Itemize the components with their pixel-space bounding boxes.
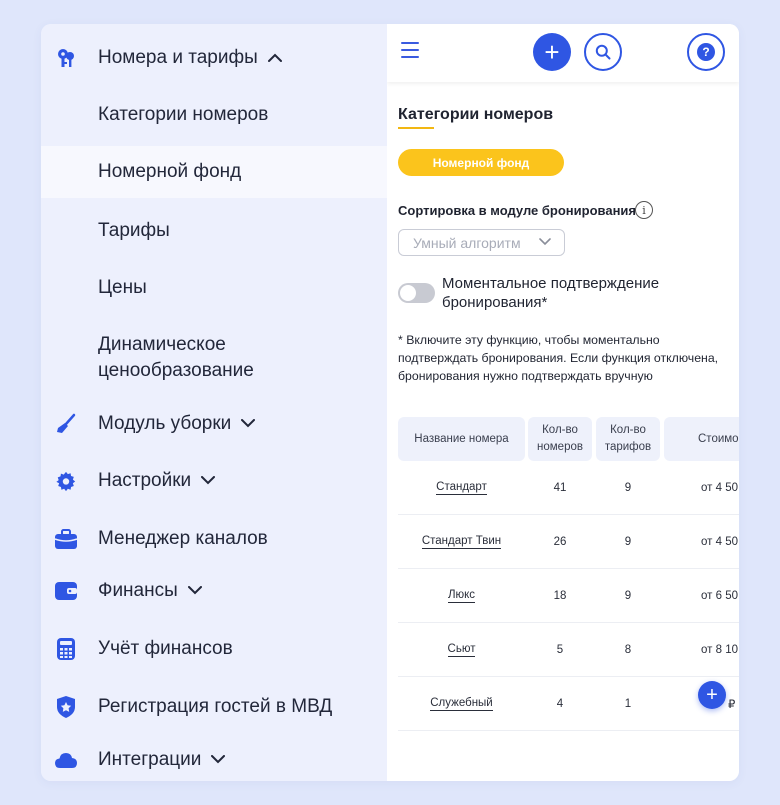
chevron-down-icon: [201, 476, 216, 485]
room-name-link[interactable]: Стандарт: [398, 461, 525, 515]
sidebar-item-cleaning[interactable]: Модуль уборки: [41, 404, 387, 444]
sidebar-item-rooms-tariffs[interactable]: Номера и тарифы: [41, 38, 387, 78]
sidebar-item-label: Цены: [98, 277, 147, 298]
sidebar-item-label: Настройки: [98, 470, 216, 492]
chevron-down-icon: [539, 238, 551, 246]
sidebar-item-integrations[interactable]: Интеграции: [41, 740, 387, 780]
price: от 4 50: [701, 482, 738, 494]
table-row[interactable]: Стандарт 41 9 от 4 50: [398, 461, 739, 515]
table-row[interactable]: Сьют 5 8 от 8 10: [398, 623, 739, 677]
tariffs-count: 9: [624, 590, 632, 602]
rooms-count: 18: [553, 590, 567, 602]
sidebar-item-label: Интеграции: [98, 749, 226, 771]
room-name-link[interactable]: Стандарт Твин: [398, 515, 525, 569]
police-badge-icon: [54, 695, 78, 719]
room-name-link[interactable]: Сьют: [398, 623, 525, 677]
title-underline: [398, 127, 434, 129]
table-header: Название номера Кол-во номеров Кол-во та…: [398, 417, 739, 461]
rooms-count: 41: [553, 482, 567, 494]
search-icon: [595, 44, 611, 60]
instant-confirm-toggle[interactable]: [398, 283, 435, 303]
sidebar-item-channel-manager[interactable]: Менеджер каналов: [41, 519, 387, 559]
add-button[interactable]: +: [533, 33, 571, 71]
main-content: + ? Категории номеров Номерной фонд Сорт…: [387, 24, 739, 781]
instant-confirm-label: Моментальное подтверждение бронирования*: [442, 275, 660, 311]
sort-label: Сортировка в модуле бронирования: [398, 203, 637, 218]
sidebar-item-label: Менеджер каналов: [98, 528, 268, 549]
app-window: Номера и тарифы Категории номеров Номерн…: [41, 24, 739, 781]
gear-icon: [54, 469, 78, 493]
sidebar-item-finance[interactable]: Финансы: [41, 571, 387, 611]
page-title: Категории номеров: [398, 106, 554, 123]
info-icon[interactable]: i: [635, 201, 653, 219]
instant-confirm-note: * Включите эту функцию, чтобы моментальн…: [398, 333, 719, 383]
chevron-down-icon: [211, 755, 226, 764]
price: от 8 10: [701, 644, 738, 656]
table-row[interactable]: Люкс 18 9 от 6 50: [398, 569, 739, 623]
sidebar-item-room-stock[interactable]: Номерной фонд: [41, 146, 387, 198]
tariffs-count: 1: [624, 698, 632, 710]
price: от 4 50: [701, 536, 738, 548]
column-header[interactable]: Стоимо: [664, 417, 739, 461]
sidebar-item-label: Номера и тарифы: [98, 47, 282, 69]
briefcase-icon: [54, 527, 78, 551]
sidebar-item-finance-accounting[interactable]: Учёт финансов: [41, 629, 387, 669]
sidebar-item-label: Тарифы: [98, 220, 170, 241]
floating-add-button[interactable]: +: [698, 681, 726, 709]
sidebar-item-label: Номерной фонд: [98, 161, 242, 182]
sidebar: Номера и тарифы Категории номеров Номерн…: [41, 24, 387, 781]
plus-icon: +: [706, 683, 718, 706]
cloud-icon: [54, 748, 78, 772]
sidebar-item-tariffs[interactable]: Тарифы: [41, 210, 387, 252]
table-row[interactable]: Служебный 4 1 ₽: [398, 677, 739, 731]
chevron-down-icon: [187, 586, 202, 595]
sidebar-item-label: Регистрация гостей в МВД: [98, 696, 333, 717]
sidebar-item-room-categories[interactable]: Категории номеров: [41, 94, 387, 136]
keys-icon: [54, 46, 78, 70]
rooms-count: 4: [556, 698, 564, 710]
sidebar-item-label: Финансы: [98, 580, 202, 602]
sidebar-item-guest-registration[interactable]: Регистрация гостей в МВД: [41, 687, 387, 727]
column-header[interactable]: Название номера: [398, 417, 525, 461]
top-bar: + ?: [387, 24, 739, 82]
rooms-count: 26: [553, 536, 567, 548]
tariffs-count: 8: [624, 644, 632, 656]
broom-icon: [54, 412, 78, 436]
column-header[interactable]: Кол-во тарифов: [596, 417, 660, 461]
price: ₽: [728, 699, 736, 711]
help-button[interactable]: ?: [687, 33, 725, 71]
hamburger-icon[interactable]: [401, 42, 419, 58]
rooms-count: 5: [556, 644, 564, 656]
price: от 6 50: [701, 590, 738, 602]
room-name-link[interactable]: Люкс: [398, 569, 525, 623]
wallet-icon: [54, 579, 78, 603]
sidebar-item-settings[interactable]: Настройки: [41, 461, 387, 501]
search-button[interactable]: [584, 33, 622, 71]
question-icon: ?: [697, 43, 715, 61]
sidebar-item-label: Динамическое ценообразование: [98, 334, 254, 381]
sidebar-item-label: Модуль уборки: [98, 413, 256, 435]
tariffs-count: 9: [624, 482, 632, 494]
tab-room-stock[interactable]: Номерной фонд: [398, 149, 564, 176]
sidebar-item-label: Учёт финансов: [98, 638, 233, 659]
column-header[interactable]: Кол-во номеров: [528, 417, 592, 461]
calculator-icon: [54, 637, 78, 661]
tariffs-count: 9: [624, 536, 632, 548]
chevron-down-icon: [241, 419, 256, 428]
sidebar-item-dynamic-pricing[interactable]: Динамическое ценообразование: [41, 330, 387, 386]
table-row[interactable]: Стандарт Твин 26 9 от 4 50: [398, 515, 739, 569]
sidebar-item-label: Категории номеров: [98, 104, 269, 125]
sort-select[interactable]: Умный алгоритм: [398, 229, 565, 256]
plus-icon: +: [544, 37, 560, 67]
room-name-link[interactable]: Служебный: [398, 677, 525, 731]
sidebar-item-prices[interactable]: Цены: [41, 267, 387, 309]
toggle-knob: [400, 285, 416, 301]
chevron-up-icon: [267, 54, 282, 63]
sort-select-value: Умный алгоритм: [413, 234, 521, 251]
